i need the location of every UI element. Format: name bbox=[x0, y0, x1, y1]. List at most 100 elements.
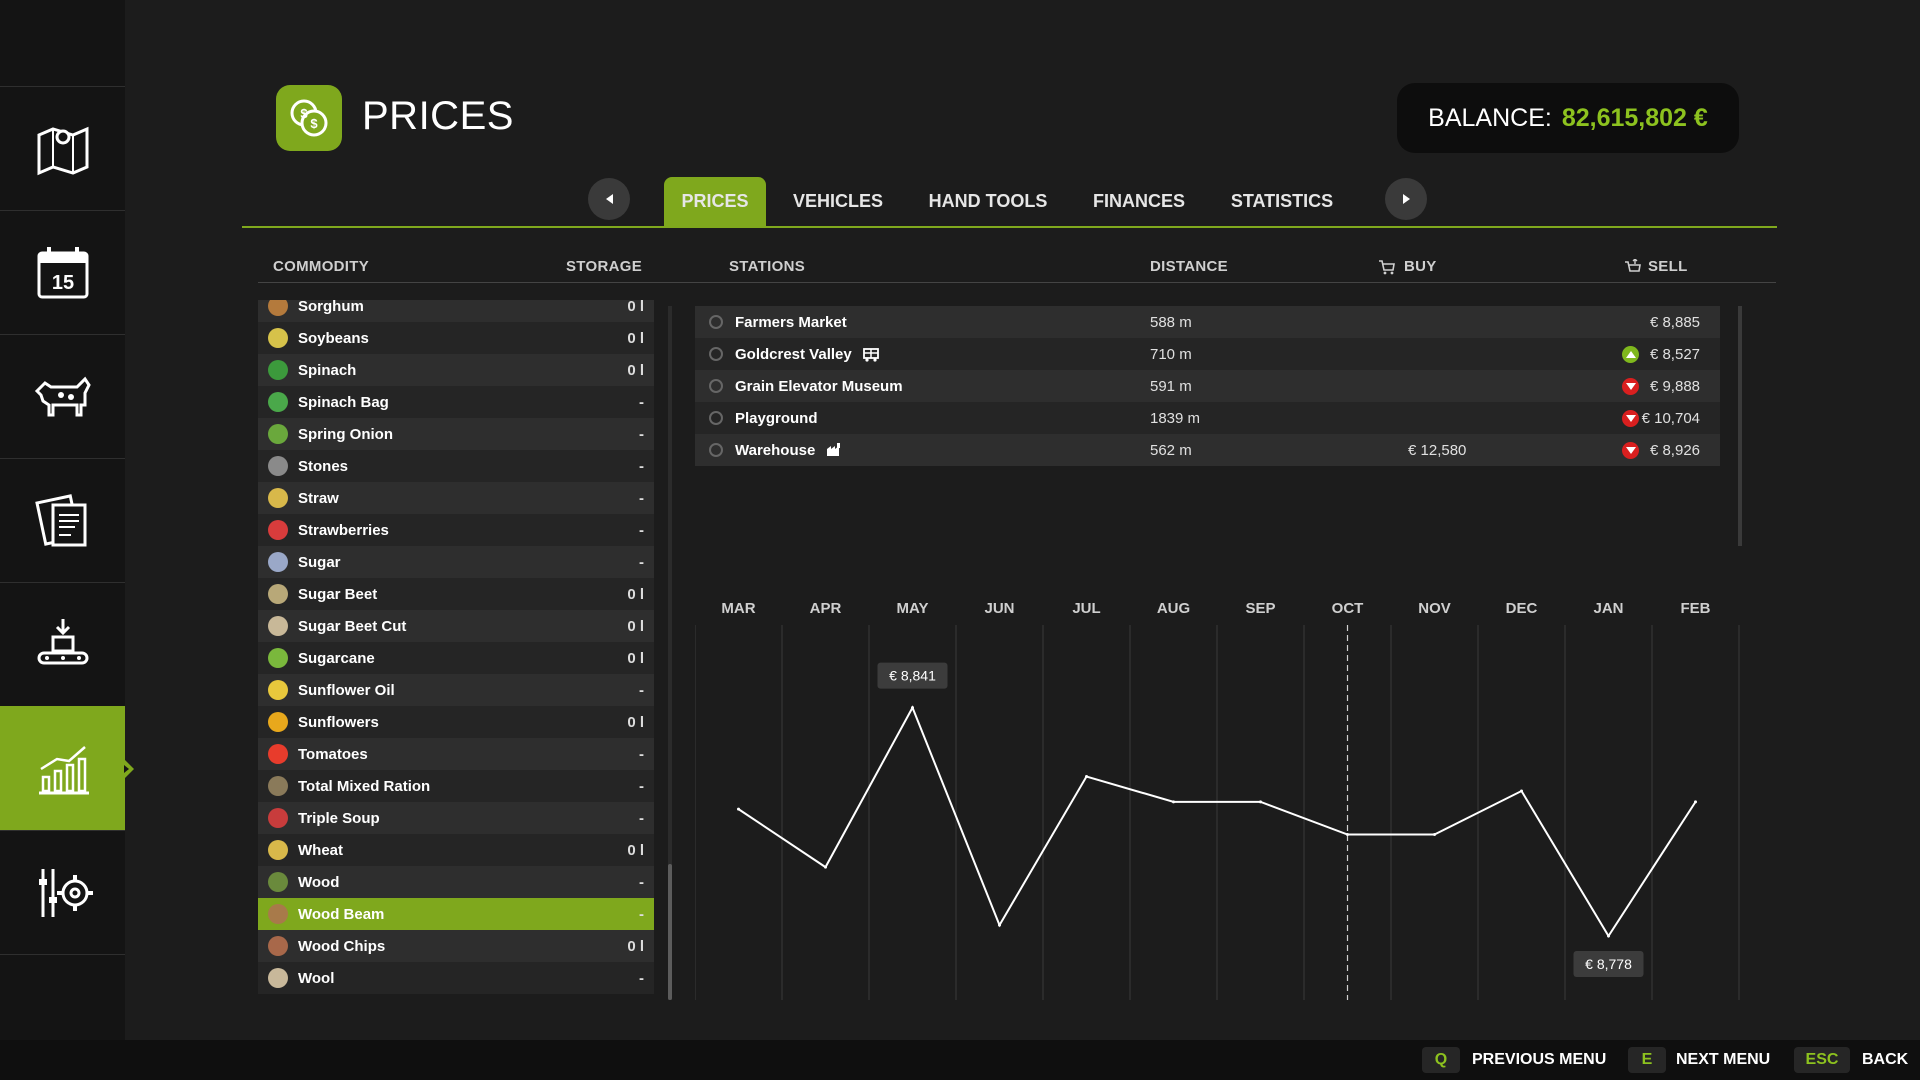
sidebar-item-contracts[interactable] bbox=[0, 458, 125, 582]
sidebar-item-settings[interactable] bbox=[0, 830, 125, 955]
commodity-row[interactable]: Sugar Beet 0 l bbox=[258, 578, 654, 610]
commodity-icon bbox=[268, 424, 288, 444]
commodity-row[interactable]: Straw - bbox=[258, 482, 654, 514]
commodity-scrollbar-thumb[interactable] bbox=[668, 864, 672, 1000]
month-label: OCT bbox=[1332, 600, 1364, 617]
trend-down-icon bbox=[1622, 377, 1639, 395]
commodity-row[interactable]: Sugarcane 0 l bbox=[258, 642, 654, 674]
sell-cart-icon bbox=[1625, 258, 1641, 272]
price-point bbox=[1172, 800, 1175, 804]
commodity-name: Sorghum bbox=[298, 300, 364, 315]
sidebar-item-map[interactable] bbox=[0, 86, 125, 210]
station-scrollbar[interactable] bbox=[1738, 306, 1742, 546]
price-point bbox=[998, 923, 1001, 927]
commodity-row[interactable]: Sugar - bbox=[258, 546, 654, 578]
sidebar-item-prices[interactable] bbox=[0, 706, 134, 830]
price-point bbox=[1520, 789, 1523, 793]
balance-value: 82,615,802 € bbox=[1561, 103, 1708, 132]
tab-hand-tools[interactable]: HAND TOOLS bbox=[918, 177, 1058, 226]
station-name: Grain Elevator Museum bbox=[735, 377, 903, 395]
tab-prev-button[interactable] bbox=[588, 178, 630, 220]
commodity-storage: - bbox=[639, 809, 644, 827]
svg-text:$: $ bbox=[310, 116, 318, 131]
month-label: JUL bbox=[1072, 600, 1100, 617]
station-row[interactable]: Grain Elevator Museum 591 m € 9,888 bbox=[695, 370, 1720, 402]
commodity-name: Wool bbox=[298, 969, 335, 987]
previous-menu-button[interactable]: PREVIOUS MENU bbox=[1472, 1051, 1606, 1069]
commodity-list[interactable]: Sorghum 0 l Soybeans 0 l Spinach 0 l Spinach B… bbox=[258, 300, 654, 1000]
column-stations: STATIONS bbox=[729, 258, 806, 275]
clock-icon bbox=[709, 443, 723, 457]
commodity-storage: 0 l bbox=[627, 841, 644, 859]
station-buy-price: € 12,580 bbox=[1408, 441, 1467, 459]
commodity-icon bbox=[268, 360, 288, 380]
commodity-name: Stones bbox=[298, 457, 349, 475]
commodity-name: Sunflowers bbox=[298, 713, 379, 731]
commodity-row[interactable]: Wood Beam - bbox=[258, 898, 654, 930]
commodity-name: Spinach Bag bbox=[298, 393, 389, 411]
trend-down-icon bbox=[1622, 409, 1639, 427]
price-tooltip-label: € 8,841 bbox=[889, 668, 936, 684]
commodity-row[interactable]: Strawberries - bbox=[258, 514, 654, 546]
tab-finances[interactable]: FINANCES bbox=[1086, 177, 1192, 226]
station-row[interactable]: Playground 1839 m € 10,704 bbox=[695, 402, 1720, 434]
sidebar-item-calendar[interactable]: 15 bbox=[0, 210, 125, 334]
commodity-row[interactable]: Sorghum 0 l bbox=[258, 300, 654, 322]
commodity-row[interactable]: Triple Soup - bbox=[258, 802, 654, 834]
commodity-row[interactable]: Sunflowers 0 l bbox=[258, 706, 654, 738]
station-sell-price: € 8,885 bbox=[1649, 313, 1700, 331]
station-sell-price: € 8,527 bbox=[1649, 345, 1700, 363]
price-point bbox=[1259, 800, 1262, 804]
commodity-name: Total Mixed Ration bbox=[298, 777, 431, 795]
key-e[interactable]: E bbox=[1628, 1047, 1666, 1073]
back-button[interactable]: BACK bbox=[1862, 1051, 1908, 1069]
key-esc[interactable]: ESC bbox=[1794, 1047, 1850, 1073]
commodity-row[interactable]: Sunflower Oil - bbox=[258, 674, 654, 706]
balance-label: BALANCE: bbox=[1428, 103, 1552, 132]
commodity-storage: - bbox=[639, 905, 644, 923]
month-label: SEP bbox=[1245, 600, 1275, 617]
next-menu-button[interactable]: NEXT MENU bbox=[1676, 1051, 1770, 1069]
tab-vehicles[interactable]: VEHICLES bbox=[784, 177, 892, 226]
commodity-row[interactable]: Tomatoes - bbox=[258, 738, 654, 770]
clock-icon bbox=[709, 347, 723, 361]
tab-next-button[interactable] bbox=[1385, 178, 1427, 220]
tab-statistics[interactable]: STATISTICS bbox=[1222, 177, 1342, 226]
commodity-name: Soybeans bbox=[298, 329, 369, 347]
commodity-storage: - bbox=[639, 425, 644, 443]
column-sell-label: SELL bbox=[1648, 258, 1688, 275]
commodity-row[interactable]: Sugar Beet Cut 0 l bbox=[258, 610, 654, 642]
commodity-row[interactable]: Wood - bbox=[258, 866, 654, 898]
commodity-icon bbox=[268, 552, 288, 572]
station-row[interactable]: Warehouse 562 m € 12,580 € 8,926 bbox=[695, 434, 1720, 466]
commodity-name: Straw bbox=[298, 489, 339, 507]
commodity-name: Spinach bbox=[298, 361, 357, 379]
trend-up-icon bbox=[1622, 345, 1639, 363]
key-q[interactable]: Q bbox=[1422, 1047, 1460, 1073]
sidebar-item-animals[interactable] bbox=[0, 334, 125, 458]
commodity-name: Tomatoes bbox=[298, 745, 368, 763]
commodity-storage: 0 l bbox=[627, 585, 644, 603]
station-row[interactable]: Farmers Market 588 m € 8,885 bbox=[695, 306, 1720, 338]
column-buy: BUY bbox=[1378, 258, 1437, 275]
commodity-name: Strawberries bbox=[298, 521, 389, 539]
commodity-row[interactable]: Spinach Bag - bbox=[258, 386, 654, 418]
commodity-storage: - bbox=[639, 745, 644, 763]
commodity-row[interactable]: Soybeans 0 l bbox=[258, 322, 654, 354]
sidebar-item-production[interactable] bbox=[0, 582, 125, 706]
commodity-row[interactable]: Wood Chips 0 l bbox=[258, 930, 654, 962]
commodity-icon bbox=[268, 776, 288, 796]
station-row[interactable]: Goldcrest Valley 710 m € 8,527 bbox=[695, 338, 1720, 370]
commodity-row[interactable]: Total Mixed Ration - bbox=[258, 770, 654, 802]
commodity-row[interactable]: Wheat 0 l bbox=[258, 834, 654, 866]
commodity-icon bbox=[268, 300, 288, 316]
month-label: APR bbox=[810, 600, 842, 617]
commodity-row[interactable]: Wool - bbox=[258, 962, 654, 994]
commodity-storage: - bbox=[639, 553, 644, 571]
tab-prices[interactable]: PRICES bbox=[664, 177, 766, 226]
commodity-storage: 0 l bbox=[627, 361, 644, 379]
commodity-row[interactable]: Stones - bbox=[258, 450, 654, 482]
commodity-row[interactable]: Spinach 0 l bbox=[258, 354, 654, 386]
column-distance: DISTANCE bbox=[1150, 258, 1228, 275]
commodity-row[interactable]: Spring Onion - bbox=[258, 418, 654, 450]
